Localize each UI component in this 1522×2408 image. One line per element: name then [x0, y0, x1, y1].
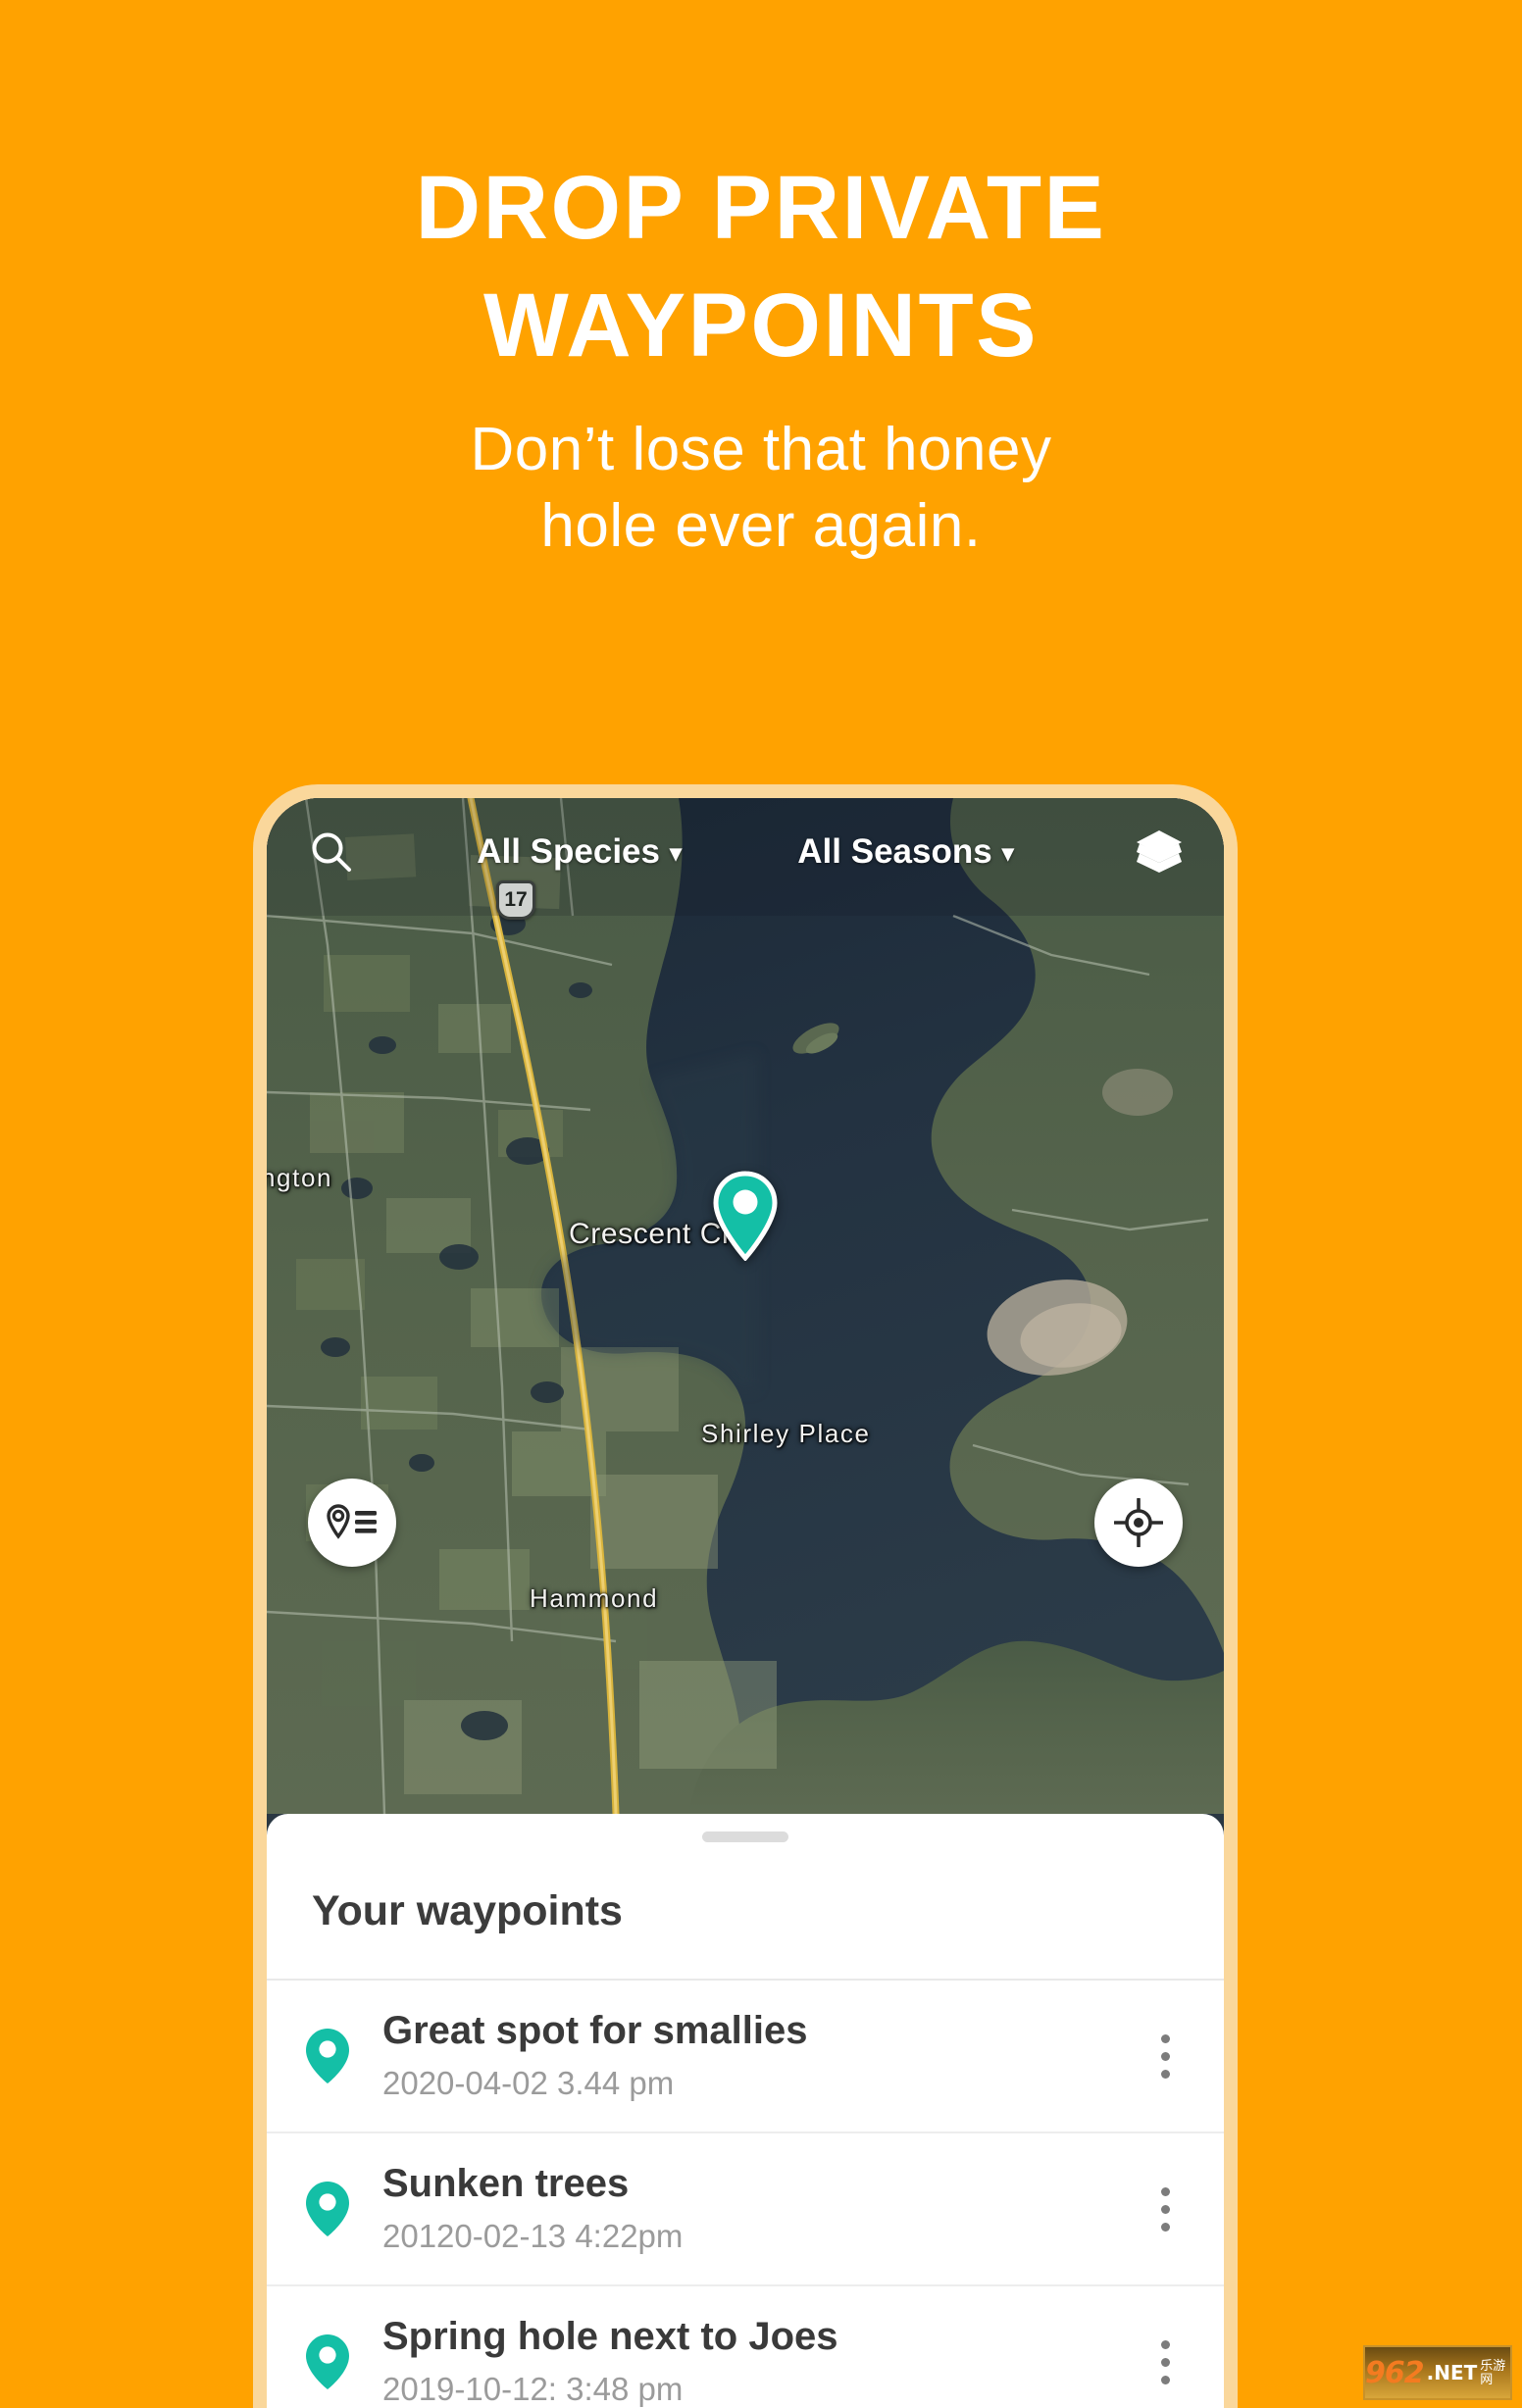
- waypoint-date: 2020-04-02 3.44 pm: [382, 2065, 675, 2101]
- waypoint-list-item[interactable]: Spring hole next to Joes 2019-10-12: 3:4…: [267, 2286, 1224, 2408]
- crosshair-locate-icon: [1114, 1498, 1163, 1547]
- overflow-menu-icon[interactable]: [1145, 2186, 1185, 2232]
- subhead-line-1: Don’t lose that honey: [470, 416, 1052, 483]
- waypoint-date: 20120-02-13 4:22pm: [382, 2218, 684, 2254]
- waypoint-text: Sunken trees 20120-02-13 4:22pm: [353, 2159, 1145, 2259]
- map-imagery: [267, 798, 1224, 1814]
- waypoint-name: Spring hole next to Joes: [382, 2315, 838, 2358]
- chevron-down-icon: ▾: [1001, 840, 1014, 867]
- waypoint-text: Spring hole next to Joes 2019-10-12: 3:4…: [353, 2312, 1145, 2408]
- seasons-filter-dropdown[interactable]: All Seasons ▾: [797, 832, 1013, 872]
- map-label-shirley-place: Shirley Place: [701, 1419, 871, 1448]
- locate-me-button[interactable]: [1094, 1479, 1183, 1567]
- pin-list-icon: [327, 1504, 377, 1539]
- species-filter-label: All Species: [477, 832, 660, 871]
- waypoints-bottom-sheet[interactable]: Your waypoints Great spot for smallies 2…: [267, 1814, 1224, 2408]
- species-filter-dropdown[interactable]: All Species ▾: [477, 832, 682, 872]
- map-label-ngton: ngton: [267, 1163, 333, 1192]
- waypoint-pin-icon: [302, 2333, 353, 2390]
- waypoint-pin-icon: [302, 2028, 353, 2084]
- map-toolbar: All Species ▾ All Seasons ▾: [267, 798, 1224, 906]
- subhead-line-2: hole ever again.: [540, 492, 982, 560]
- headline-line-2: WAYPOINTS: [482, 276, 1040, 376]
- waypoint-list-item[interactable]: Sunken trees 20120-02-13 4:22pm: [267, 2133, 1224, 2286]
- page-title: DROP PRIVATE WAYPOINTS: [0, 149, 1522, 384]
- watermark-number: 962: [1365, 2355, 1425, 2390]
- chevron-down-icon: ▾: [670, 840, 683, 867]
- waypoint-pin-icon: [302, 2181, 353, 2237]
- seasons-filter-label: All Seasons: [797, 832, 992, 871]
- site-watermark: 962 .NET 乐游网: [1363, 2345, 1512, 2400]
- map-label-hammond: Hammond: [530, 1583, 659, 1613]
- waypoint-date: 2019-10-12: 3:48 pm: [382, 2371, 684, 2407]
- drag-handle[interactable]: [702, 1831, 788, 1842]
- page-subtitle: Don’t lose that honey hole ever again.: [0, 412, 1522, 565]
- phone-mockup: 17 ngton Crescent City Shirley Place Ham…: [253, 784, 1238, 2408]
- waypoint-name: Sunken trees: [382, 2162, 630, 2205]
- overflow-menu-icon[interactable]: [1145, 2339, 1185, 2384]
- map-pin-icon[interactable]: [710, 1171, 781, 1261]
- headline-line-1: DROP PRIVATE: [415, 158, 1107, 258]
- watermark-cn-text: 乐游网: [1480, 2357, 1506, 2386]
- waypoint-text: Great spot for smallies 2020-04-02 3.44 …: [353, 2006, 1145, 2106]
- waypoint-list-item[interactable]: Great spot for smallies 2020-04-02 3.44 …: [267, 1981, 1224, 2133]
- search-icon[interactable]: [302, 823, 361, 881]
- overflow-menu-icon[interactable]: [1145, 2033, 1185, 2079]
- watermark-tld: .NET: [1426, 2361, 1478, 2384]
- sheet-title: Your waypoints: [312, 1887, 623, 1934]
- map-view[interactable]: 17 ngton Crescent City Shirley Place Ham…: [267, 798, 1224, 1814]
- phone-screen: 17 ngton Crescent City Shirley Place Ham…: [267, 798, 1224, 2408]
- waypoint-name: Great spot for smallies: [382, 2009, 808, 2052]
- promo-screen: DROP PRIVATE WAYPOINTS Don’t lose that h…: [0, 0, 1522, 2408]
- layers-icon[interactable]: [1130, 823, 1189, 881]
- waypoint-list-button[interactable]: [308, 1479, 396, 1567]
